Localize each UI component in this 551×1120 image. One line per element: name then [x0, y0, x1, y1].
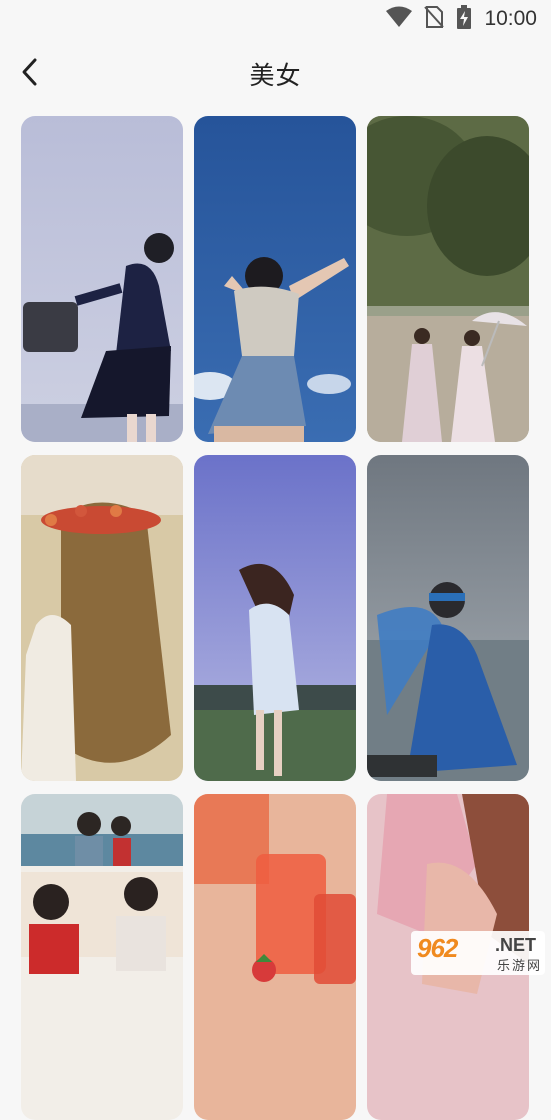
no-sim-icon	[424, 5, 445, 33]
couple-scenes-photo	[21, 794, 183, 1120]
image-tile-8[interactable]	[194, 794, 356, 1120]
girl-blue-blindfold-photo	[367, 455, 529, 781]
watermark-sub: 乐游网	[497, 959, 543, 974]
image-tile-4[interactable]	[21, 455, 183, 781]
girl-flower-crown-photo	[21, 455, 183, 781]
girl-arms-up-photo	[194, 116, 356, 442]
battery-charging-icon	[456, 5, 472, 33]
girl-windblown-hair-photo	[194, 455, 356, 781]
girl-with-bag-photo	[21, 116, 183, 442]
image-tile-5[interactable]	[194, 455, 356, 781]
drinks-photo	[194, 794, 356, 1120]
status-bar: 10:00	[0, 0, 551, 38]
status-time: 10:00	[484, 7, 537, 30]
watermark-suffix: .NET	[495, 935, 537, 955]
app-bar: 美女	[0, 44, 551, 104]
image-tile-1[interactable]	[21, 116, 183, 442]
image-tile-7[interactable]	[21, 794, 183, 1120]
image-tile-6[interactable]	[367, 455, 529, 781]
watermark-logo: 962 .NET 乐游网	[411, 931, 545, 975]
watermark-number: 962	[417, 933, 458, 963]
wifi-icon	[386, 6, 413, 32]
image-tile-2[interactable]	[194, 116, 356, 442]
image-tile-3[interactable]	[367, 116, 529, 442]
two-girls-umbrella-photo	[367, 116, 529, 442]
status-icons: 10:00	[386, 5, 537, 33]
page-title: 美女	[249, 61, 302, 90]
